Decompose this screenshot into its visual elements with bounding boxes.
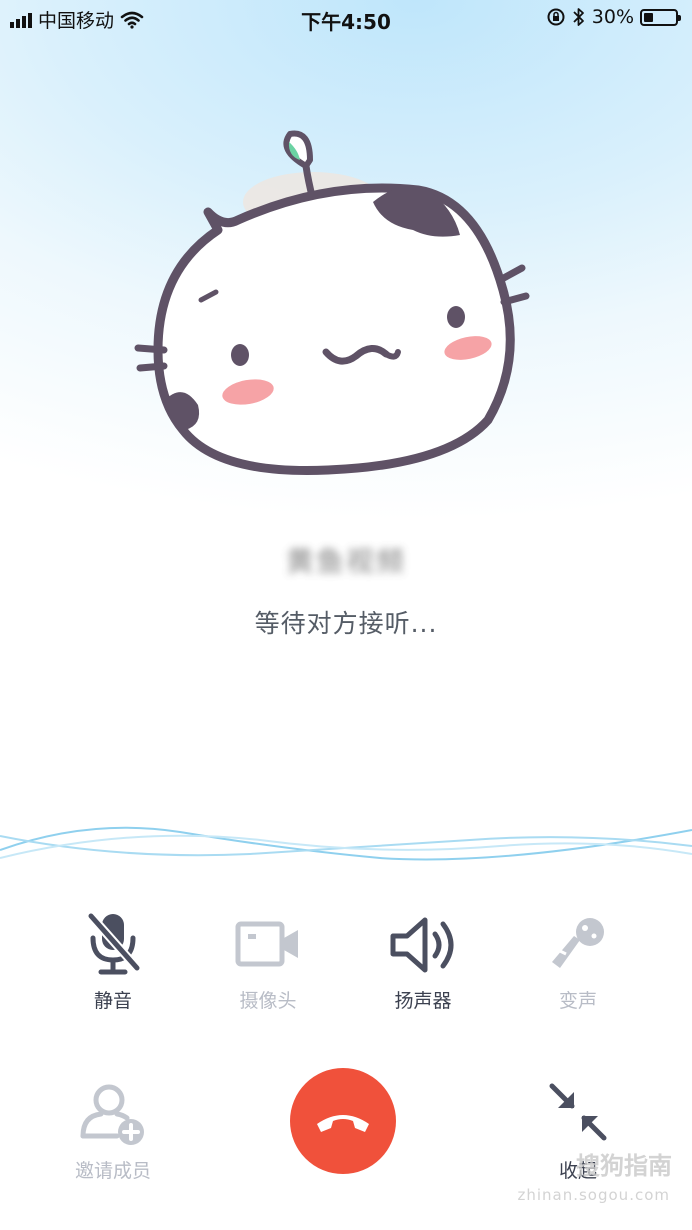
- mic-muted-icon: [86, 911, 142, 975]
- camera-label: 摄像头: [239, 990, 297, 1012]
- battery-fill: [644, 12, 653, 22]
- video-camera-icon: [235, 921, 298, 967]
- watermark-url: zhinan.sogou.com: [517, 1186, 670, 1204]
- watermark-text: 搜狗指南: [576, 1152, 672, 1180]
- invite-member-label: 邀请成员: [74, 1160, 151, 1182]
- speaker-button[interactable]: 扬声器: [353, 910, 493, 1013]
- voice-change-label: 变声: [558, 990, 597, 1012]
- orientation-lock-icon: [547, 8, 565, 26]
- mute-label: 静音: [93, 990, 132, 1012]
- speaker-icon: [390, 917, 454, 973]
- call-status: 等待对方接听...: [254, 609, 438, 638]
- battery-percent: 30%: [591, 6, 634, 28]
- bluetooth-icon: [573, 8, 584, 26]
- mute-button[interactable]: 静音: [43, 910, 183, 1013]
- battery-icon: [640, 8, 681, 26]
- watermark: 搜狗指南 zhinan.sogou.com: [486, 1138, 676, 1210]
- invite-member-button[interactable]: 邀请成员: [43, 1080, 183, 1183]
- caller-name: 黄鱼视频: [0, 540, 692, 580]
- hang-up-icon: [317, 1115, 369, 1132]
- status-bar-right: 30%: [546, 6, 681, 28]
- add-user-icon: [80, 1084, 144, 1145]
- caller-name-text: 黄鱼视频: [285, 545, 406, 578]
- hang-up-button[interactable]: [290, 1068, 396, 1174]
- microphone-wand-icon: [552, 918, 604, 968]
- status-bar: 中国移动 下午4:50 30%: [0, 0, 692, 36]
- sound-wave-decoration: [0, 826, 692, 861]
- caller-avatar: [134, 130, 530, 475]
- voice-change-button[interactable]: 变声: [508, 910, 648, 1013]
- speaker-label: 扬声器: [394, 990, 452, 1012]
- camera-button[interactable]: 摄像头: [198, 910, 338, 1013]
